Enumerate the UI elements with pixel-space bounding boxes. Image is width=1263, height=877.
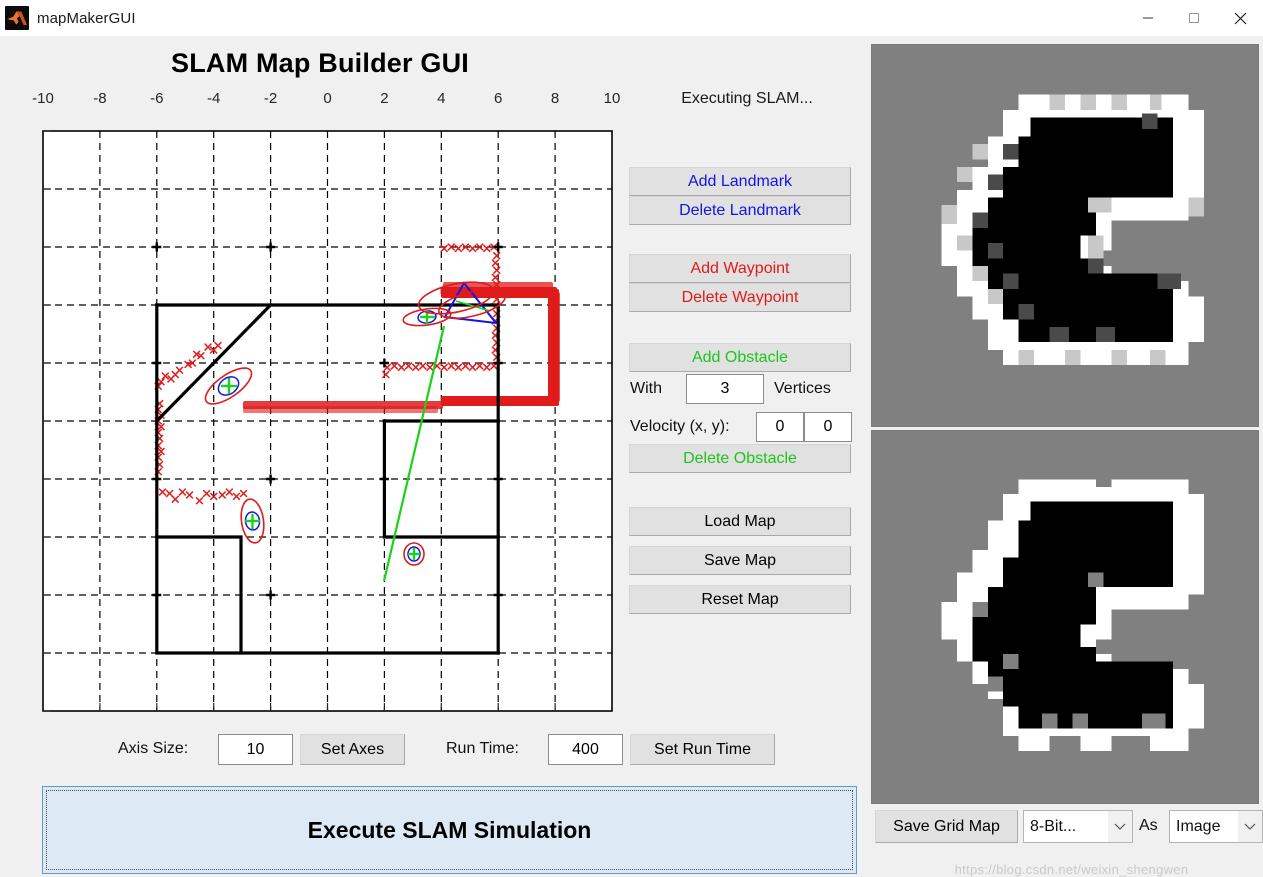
set-run-time-button[interactable]: Set Run Time (630, 734, 775, 765)
bitdepth-dropdown[interactable]: 8-Bit... (1023, 810, 1133, 843)
chevron-down-icon (1238, 811, 1262, 842)
focus-ring (46, 790, 853, 870)
x-tick-label: 8 (550, 90, 560, 107)
x-tick-label: -6 (150, 90, 164, 107)
right-panel: Save Grid Map 8-Bit... As Image (866, 36, 1263, 852)
occupancy-grid-map-binary (871, 430, 1259, 804)
slam-map-plot[interactable]: 10 8 6 4 2 0 -2 -4 -6 -8 -10 (0, 86, 630, 726)
chevron-down-icon (1108, 811, 1132, 842)
delete-obstacle-button[interactable]: Delete Obstacle (629, 444, 851, 473)
vertices-label: Vertices (774, 380, 831, 397)
x-tick-label: 0 (323, 90, 332, 107)
x-tick-label: 10 (603, 90, 621, 107)
vertices-input[interactable]: 3 (686, 374, 764, 404)
minimize-icon[interactable] (1125, 0, 1171, 36)
x-tick-label: -8 (93, 90, 107, 107)
watermark: https://blog.csdn.net/weixin_shengwen (954, 862, 1189, 877)
velocity-label: Velocity (x, y): (630, 418, 730, 435)
window-controls (1125, 0, 1263, 36)
format-value: Image (1176, 817, 1221, 835)
x-tick-label: -4 (207, 90, 221, 107)
x-tick-label: 4 (437, 90, 446, 107)
save-grid-map-row: Save Grid Map 8-Bit... As Image (871, 808, 1263, 846)
save-grid-map-button[interactable]: Save Grid Map (875, 810, 1018, 843)
as-label: As (1139, 817, 1158, 834)
title-bar: mapMakerGUI (0, 0, 1263, 37)
execute-slam-button[interactable]: Execute SLAM Simulation (42, 786, 857, 874)
x-tick-label: -2 (263, 90, 278, 107)
reset-map-button[interactable]: Reset Map (629, 585, 851, 614)
window-body: SLAM Map Builder GUI 10 8 6 4 2 0 -2 -4 … (0, 36, 1263, 877)
add-landmark-button[interactable]: Add Landmark (629, 167, 851, 196)
x-tick-label: 6 (494, 90, 503, 107)
window-title: mapMakerGUI (37, 9, 136, 27)
format-dropdown[interactable]: Image (1169, 810, 1263, 843)
add-obstacle-button[interactable]: Add Obstacle (629, 343, 851, 372)
close-icon[interactable] (1217, 0, 1263, 36)
page-title: SLAM Map Builder GUI (170, 48, 469, 78)
x-tick-label: 2 (380, 90, 389, 107)
axis-size-label: Axis Size: (118, 740, 189, 757)
maximize-icon[interactable] (1171, 0, 1217, 36)
load-map-button[interactable]: Load Map (629, 507, 851, 536)
delete-waypoint-button[interactable]: Delete Waypoint (629, 283, 851, 312)
save-map-button[interactable]: Save Map (629, 546, 851, 575)
axes-runtime-row: Axis Size: 10 Set Axes Run Time: 400 Set… (0, 732, 866, 772)
mapmaker-gui-window: mapMakerGUI SLAM Map Builder GUI 10 8 6 (0, 0, 1263, 877)
plot-canvas (42, 130, 613, 712)
run-time-label: Run Time: (446, 740, 519, 757)
velocity-x-input[interactable]: 0 (756, 412, 804, 442)
set-axes-button[interactable]: Set Axes (300, 734, 405, 765)
delete-landmark-button[interactable]: Delete Landmark (629, 196, 851, 225)
matlab-logo-icon (5, 6, 29, 30)
control-column: Executing SLAM... Add Landmark Delete La… (628, 86, 866, 726)
add-waypoint-button[interactable]: Add Waypoint (629, 254, 851, 283)
velocity-y-input[interactable]: 0 (804, 412, 852, 442)
with-label: With (630, 380, 662, 397)
status-text: Executing SLAM... (681, 90, 813, 107)
occupancy-grid-map-8bit (871, 44, 1259, 427)
left-panel: SLAM Map Builder GUI 10 8 6 4 2 0 -2 -4 … (0, 36, 866, 874)
axis-size-input[interactable]: 10 (218, 734, 293, 765)
run-time-input[interactable]: 400 (548, 734, 623, 765)
bitdepth-value: 8-Bit... (1030, 817, 1077, 835)
x-tick-label: -10 (32, 90, 54, 107)
